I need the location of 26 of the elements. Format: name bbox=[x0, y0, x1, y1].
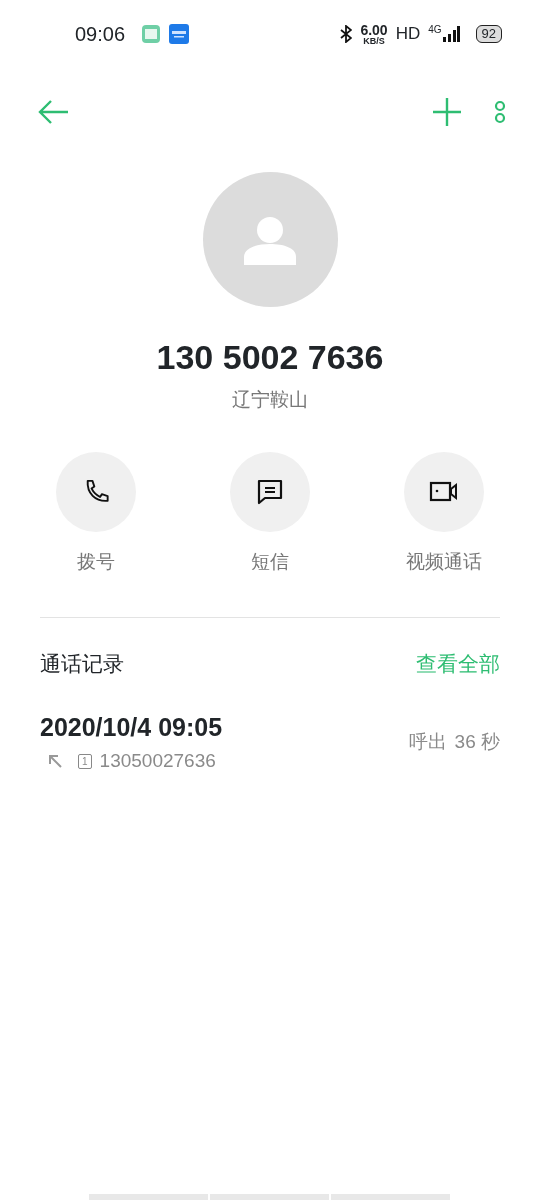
view-all-link[interactable]: 查看全部 bbox=[416, 647, 500, 680]
app-icon bbox=[169, 24, 190, 44]
hd-label: HD bbox=[395, 23, 421, 46]
sim-icon: 1 bbox=[78, 753, 92, 769]
network-type: 4G bbox=[428, 23, 442, 37]
network-speed: 6.00 bbox=[360, 22, 388, 37]
call-direction: 呼出 bbox=[408, 730, 447, 755]
speed-unit: KB/S bbox=[363, 36, 385, 46]
signal-icon bbox=[441, 26, 460, 42]
call-time: 2020/10/4 09:05 bbox=[40, 712, 223, 744]
action-label: 短信 bbox=[251, 550, 289, 575]
call-duration: 36 秒 bbox=[454, 730, 500, 755]
call-number: 13050027636 bbox=[99, 748, 216, 773]
action-label: 视频通话 bbox=[406, 550, 482, 575]
status-time: 09:06 bbox=[75, 22, 126, 47]
outgoing-arrow-icon bbox=[48, 754, 62, 769]
back-arrow-icon bbox=[38, 100, 70, 124]
contact-number: 130 5002 7636 bbox=[155, 337, 385, 378]
plus-icon bbox=[432, 97, 462, 127]
battery-level: 92 bbox=[475, 25, 502, 43]
bluetooth-icon bbox=[340, 25, 353, 43]
contact-location: 辽宁鞍山 bbox=[231, 387, 309, 412]
app-icon bbox=[141, 24, 162, 44]
section-title: 通话记录 bbox=[40, 650, 124, 677]
more-icon bbox=[494, 99, 506, 125]
action-label: 拨号 bbox=[77, 550, 115, 575]
